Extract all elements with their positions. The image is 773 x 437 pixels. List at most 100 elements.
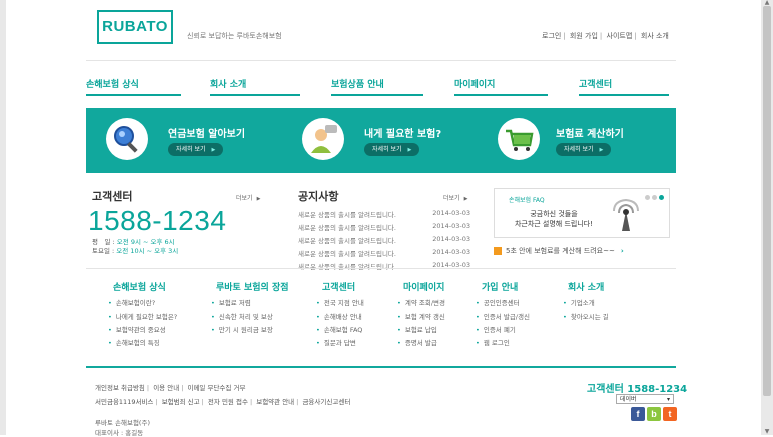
calc-link-text: 5초 안에 보험료를 계산해 드려요~~ bbox=[506, 247, 615, 255]
rubato-logo[interactable]: RUBATO bbox=[97, 10, 173, 44]
notice-item[interactable]: 새로운 상품의 출시를 알려드립니다. 2014-03-03 bbox=[298, 235, 470, 245]
footer-link[interactable]: 금융사기신고센터 bbox=[302, 398, 350, 406]
sitemap-link[interactable]: • 손해배상 안내 bbox=[316, 311, 362, 321]
magnifier-icon bbox=[106, 118, 148, 160]
sitemap-link[interactable]: • 보험료 저렴 bbox=[211, 297, 251, 307]
top-links: 로그인 | 회원 가입 | 사이트맵 | 회사 소개 bbox=[542, 32, 669, 40]
notice-item[interactable]: 새로운 상품의 출시를 알려드립니다. 2014-03-03 bbox=[298, 209, 470, 219]
twitter-icon[interactable]: t bbox=[663, 407, 677, 421]
sitemap-link-text: 보험약관의 중요성 bbox=[115, 326, 166, 334]
sitemap-title-advantages[interactable]: 루바토 보험의 장점 bbox=[216, 280, 289, 293]
notice-item[interactable]: 새로운 상품의 출시를 알려드립니다. 2014-03-03 bbox=[298, 261, 470, 271]
more-arrow-icon: ▶ bbox=[463, 196, 468, 202]
select-value: 데이버 bbox=[620, 396, 637, 403]
sitemap-link-text: 인증서 폐기 bbox=[483, 326, 516, 334]
sitemap-title-mypage[interactable]: 마이페이지 bbox=[403, 280, 444, 293]
saturday-hours: 토요일 : 오전 10시 ~ 오후 3시 bbox=[92, 245, 178, 255]
slide-dot-active[interactable] bbox=[659, 195, 664, 200]
sitemap-link-text: 증명서 발급 bbox=[404, 339, 437, 347]
banner-button-pension[interactable]: 자세히 보기 ▶ bbox=[168, 143, 224, 156]
banner-button-label: 자세히 보기 bbox=[564, 146, 594, 153]
vertical-scrollbar[interactable]: ▲ ▼ bbox=[761, 0, 773, 435]
sitemap-title-insurance[interactable]: 손해보험 상식 bbox=[113, 280, 166, 293]
tagline: 신뢰로 보답하는 루바토손해보험 bbox=[187, 32, 282, 40]
faq-label: 손해보험 FAQ bbox=[509, 197, 545, 204]
sitemap-link[interactable]: • 찾아오시는 길 bbox=[563, 311, 609, 321]
sitemap-link[interactable]: • 신속한 처리 및 보상 bbox=[211, 311, 273, 321]
footer-link[interactable]: 보험약관 안내 bbox=[256, 398, 294, 406]
sitemap-link-text: 손해보험이란? bbox=[115, 299, 156, 307]
login-link[interactable]: 로그인 bbox=[542, 32, 561, 40]
gnb-item-company[interactable]: 회사 소개 bbox=[210, 77, 246, 90]
company-name: 루바토 손해보험(주) bbox=[95, 419, 150, 427]
notice-text: 새로운 상품의 출시를 알려드립니다. bbox=[298, 224, 396, 232]
content-divider bbox=[86, 268, 676, 269]
footer-link[interactable]: 보험범죄 신고 bbox=[162, 398, 200, 406]
sitemap-link[interactable]: • 인증서 폐기 bbox=[476, 324, 516, 334]
sitemap-title-join[interactable]: 가입 안내 bbox=[482, 280, 518, 293]
sitemap-link[interactable]: • 만기 시 원리금 보장 bbox=[211, 324, 273, 334]
banner-title-calculate: 보험료 계산하기 bbox=[556, 129, 624, 140]
sitemap-title-customer-center[interactable]: 고객센터 bbox=[322, 280, 355, 293]
sitemap-link[interactable]: • 공인인증센터 bbox=[476, 297, 520, 307]
gnb-item-insurance-knowledge[interactable]: 손해보험 상식 bbox=[86, 77, 139, 90]
sitemap-link[interactable]: • 보험약관의 중요성 bbox=[108, 324, 166, 334]
sitemap-link[interactable]: • 나에게 필요한 보험은? bbox=[108, 311, 177, 321]
sitemap-link-text: 나에게 필요한 보험은? bbox=[115, 313, 178, 321]
more-arrow-icon: ▶ bbox=[256, 196, 261, 202]
scroll-down-icon[interactable]: ▼ bbox=[763, 429, 771, 435]
sitemap-link[interactable]: • 인증서 발급/갱신 bbox=[476, 311, 530, 321]
sitemap-title-company[interactable]: 회사 소개 bbox=[568, 280, 604, 293]
faq-box[interactable]: 손해보험 FAQ 궁금하신 것들을 차근차근 설명해 드립니다! bbox=[494, 188, 670, 238]
sitemap-link[interactable]: • 질문과 답변 bbox=[316, 337, 356, 347]
email-refusal-link[interactable]: 이메일 무단수집 거부 bbox=[187, 384, 245, 392]
sitemap-link[interactable]: • 웹 로그인 bbox=[476, 337, 510, 347]
privacy-policy-link[interactable]: 개인정보 취급방침 bbox=[95, 384, 145, 392]
chevron-down-icon: ▾ bbox=[666, 396, 670, 403]
sitemap-link[interactable]: • 손해보험 FAQ bbox=[316, 324, 362, 334]
footer-link[interactable]: 서민금융1119서비스 bbox=[95, 398, 153, 406]
footer-link[interactable]: 전자 민원 접수 bbox=[208, 398, 248, 406]
notice-date: 2014-03-03 bbox=[432, 248, 470, 256]
company-link[interactable]: 회사 소개 bbox=[641, 32, 669, 40]
slide-dot[interactable] bbox=[652, 195, 657, 200]
sitemap-link[interactable]: • 보험료 납입 bbox=[397, 324, 437, 334]
sitemap-link[interactable]: • 손해보험의 특징 bbox=[108, 337, 160, 347]
family-site-select[interactable]: 데이버 ▾ bbox=[616, 394, 674, 404]
sitemap-link[interactable]: • 보험 계약 갱신 bbox=[397, 311, 445, 321]
sitemap-link[interactable]: • 기업소개 bbox=[563, 297, 595, 307]
signup-link[interactable]: 회원 가입 bbox=[570, 32, 598, 40]
banner-button-calculate[interactable]: 자세히 보기 ▶ bbox=[556, 143, 612, 156]
notice-date: 2014-03-03 bbox=[432, 222, 470, 230]
slide-dot[interactable] bbox=[645, 195, 650, 200]
notice-more[interactable]: 더보기 ▶ bbox=[443, 193, 467, 202]
gnb-item-products[interactable]: 보험상품 안내 bbox=[331, 77, 384, 90]
gnb-item-customer-center[interactable]: 고객센터 bbox=[579, 77, 612, 90]
sitemap-link-text: 기업소개 bbox=[570, 299, 595, 307]
left-gutter bbox=[0, 0, 6, 435]
sitemap-link[interactable]: • 전국 지점 안내 bbox=[316, 297, 364, 307]
gnb-item-mypage[interactable]: 마이페이지 bbox=[454, 77, 495, 90]
premium-calc-link[interactable]: 5초 안에 보험료를 계산해 드려요~~ › bbox=[494, 246, 624, 256]
sitemap-link-text: 공인인증센터 bbox=[483, 299, 520, 307]
sitemap-link-text: 전국 지점 안내 bbox=[323, 299, 364, 307]
blog-icon[interactable]: b bbox=[647, 407, 661, 421]
sitemap-link-text: 찾아오시는 길 bbox=[570, 313, 609, 321]
notice-item[interactable]: 새로운 상품의 출시를 알려드립니다. 2014-03-03 bbox=[298, 222, 470, 232]
scrollbar-thumb[interactable] bbox=[763, 6, 771, 396]
footer-customer-center: 고객센터 1588-1234 bbox=[587, 384, 688, 395]
usage-guide-link[interactable]: 이용 안내 bbox=[153, 384, 179, 392]
sitemap-link-text: 손해배상 안내 bbox=[323, 313, 362, 321]
sitemap-link[interactable]: • 증명서 발급 bbox=[397, 337, 437, 347]
sitemap-link[interactable]: • 계약 조회/변경 bbox=[397, 297, 445, 307]
sitemap-link[interactable]: 사이트맵 bbox=[607, 32, 633, 40]
banner-button-needs[interactable]: 자세히 보기 ▶ bbox=[364, 143, 420, 156]
notice-item[interactable]: 새로운 상품의 출시를 알려드립니다. 2014-03-03 bbox=[298, 248, 470, 258]
sitemap-link[interactable]: • 손해보험이란? bbox=[108, 297, 155, 307]
customer-center-more[interactable]: 더보기 ▶ bbox=[236, 193, 260, 202]
sitemap-link-text: 만기 시 원리금 보장 bbox=[218, 326, 273, 334]
radio-tower-icon bbox=[609, 197, 643, 237]
notice-date: 2014-03-03 bbox=[432, 235, 470, 243]
sitemap-link-text: 웹 로그인 bbox=[483, 339, 510, 347]
facebook-icon[interactable]: f bbox=[631, 407, 645, 421]
